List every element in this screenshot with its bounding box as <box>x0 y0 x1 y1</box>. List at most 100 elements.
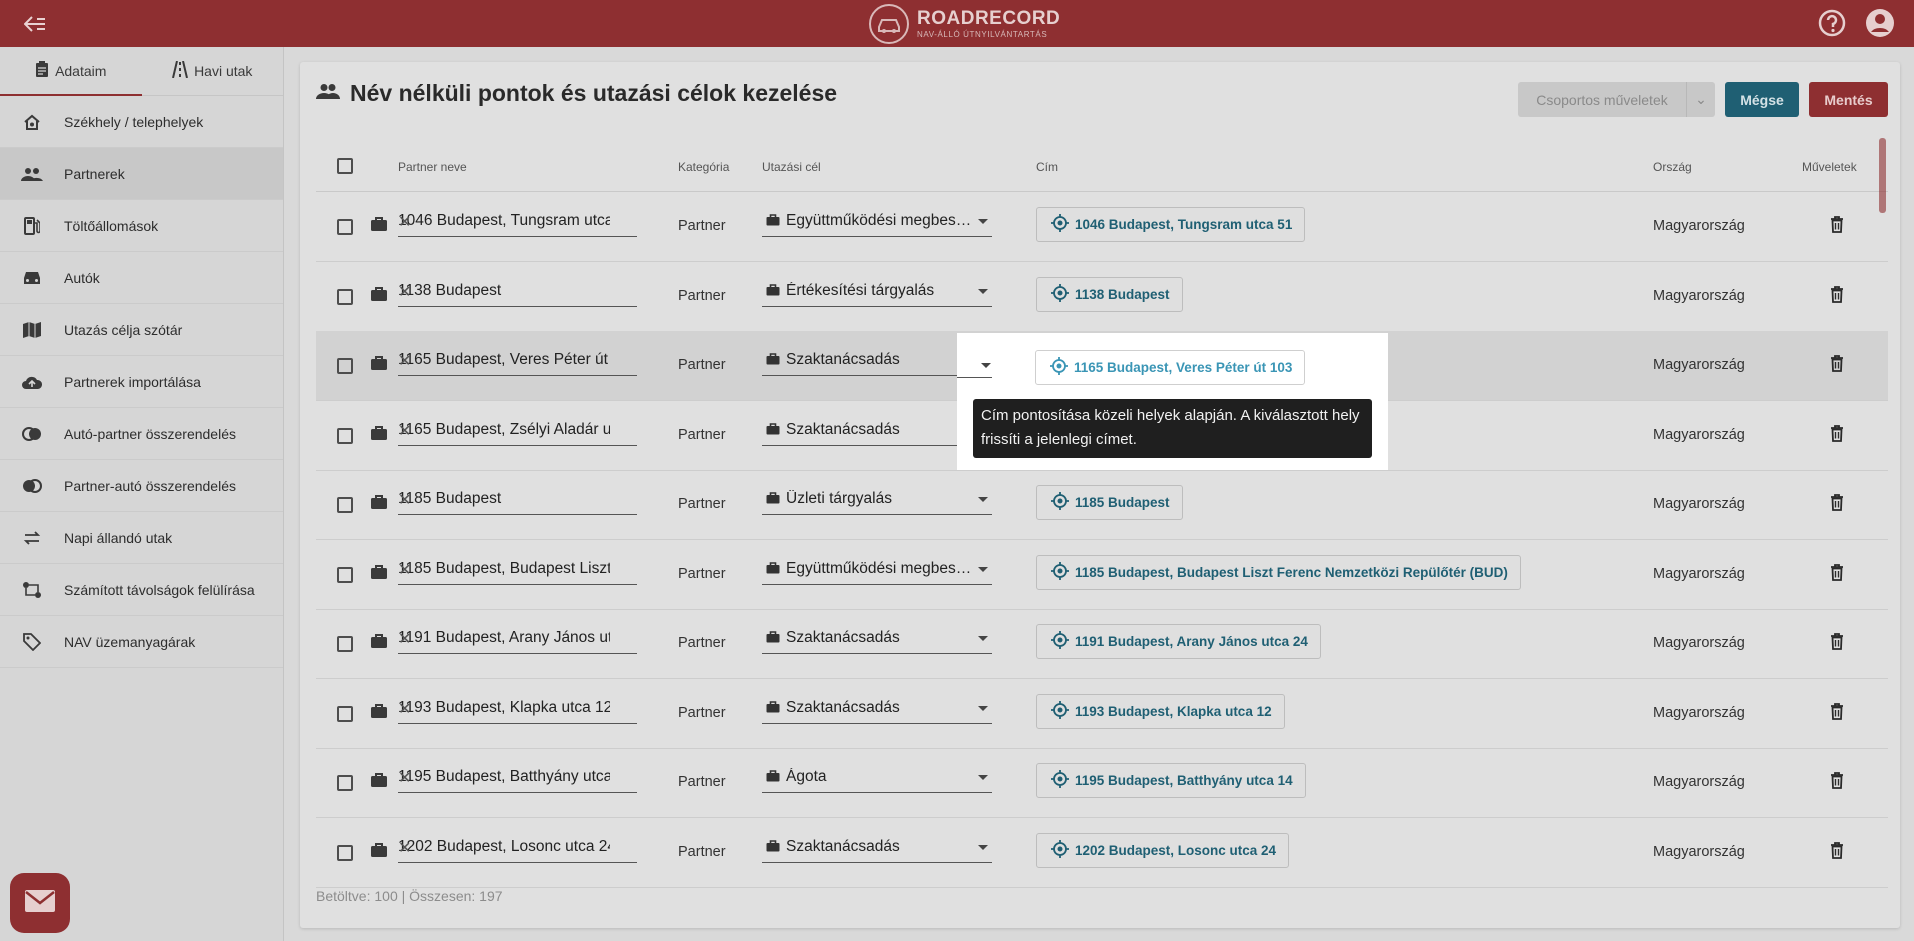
col-partner[interactable]: Partner neve <box>398 160 467 174</box>
delete-icon[interactable] <box>1830 633 1844 654</box>
row-checkbox[interactable] <box>337 358 353 374</box>
delete-icon[interactable] <box>1830 772 1844 793</box>
purpose-select[interactable]: Szaktanácsadás <box>762 625 992 654</box>
clear-icon[interactable]: ✕ <box>398 282 610 302</box>
partner-name-field[interactable]: 1165 Budapest, Veres Péter út 103✕ <box>398 347 637 376</box>
clipboard-icon <box>35 61 49 81</box>
row-checkbox[interactable] <box>337 288 353 305</box>
address-refine-button[interactable]: 1193 Budapest, Klapka utca 12 <box>1036 693 1285 729</box>
help-icon[interactable] <box>1817 8 1847 38</box>
clear-icon[interactable]: ✕ <box>398 490 610 510</box>
sidebar-item-szekhely[interactable]: Székhely / telephelyek <box>0 96 283 148</box>
sidebar-item-utazas-celja[interactable]: Utazás célja szótár <box>0 304 283 356</box>
address-refine-button[interactable]: 1195 Budapest, Batthyány utca 14 <box>1036 763 1306 798</box>
chevron-down-icon <box>978 775 988 780</box>
sidebar-item-napi-utak[interactable]: Napi állandó utak <box>0 512 283 564</box>
clear-icon[interactable]: ✕ <box>398 768 610 788</box>
address-refine-button[interactable]: 1185 Budapest, Budapest Liszt Ferenc Nem… <box>1036 554 1521 590</box>
address-refine-button[interactable]: 1165 Budapest, Veres Péter út 103 <box>1035 350 1306 385</box>
col-address[interactable]: Cím <box>1036 160 1058 174</box>
sidebar-item-partnerek-importalasa[interactable]: Partnerek importálása <box>0 356 283 408</box>
col-country[interactable]: Ország <box>1653 160 1692 174</box>
partner-name-field[interactable]: 1191 Budapest, Arany János utca 24✕ <box>398 625 637 654</box>
map-book-icon <box>0 321 64 338</box>
purpose-value: Szaktanácsadás <box>786 420 900 438</box>
delete-icon[interactable] <box>1830 702 1844 724</box>
brand-logo[interactable]: ROADRECORD NAV-ÁLLÓ ÚTNYILVÁNTARTÁS <box>869 2 1060 45</box>
purpose-select[interactable]: Értékesítési tárgyalás <box>762 278 992 307</box>
sidebar-item-label: Utazás célja szótár <box>64 321 183 338</box>
delete-icon[interactable] <box>1830 355 1844 376</box>
purpose-value: Értékesítési tárgyalás <box>786 281 935 299</box>
clear-icon[interactable]: ✕ <box>398 629 610 649</box>
address-refine-button[interactable]: 1191 Budapest, Arany János utca 24 <box>1036 624 1321 659</box>
country-value: Magyarország <box>1653 704 1745 721</box>
purpose-select[interactable]: Együttműködési megbeszélés <box>762 556 992 585</box>
clear-icon[interactable]: ✕ <box>398 560 610 580</box>
row-checkbox[interactable] <box>337 427 353 444</box>
sidebar-item-partnerek[interactable]: Partnerek <box>0 148 283 200</box>
row-checkbox[interactable] <box>337 497 353 513</box>
contact-button[interactable] <box>10 873 70 933</box>
partner-name-field[interactable]: 1202 Budapest, Losonc utca 24 ✕ <box>398 834 637 863</box>
purpose-select[interactable]: Üzleti tárgyalás <box>762 486 992 515</box>
partner-name-field[interactable]: 1138 Budapest ✕ <box>398 278 637 307</box>
address-label: 1138 Budapest <box>1075 286 1170 302</box>
row-checkbox[interactable] <box>337 775 353 791</box>
row-checkbox[interactable] <box>337 705 353 722</box>
clear-icon[interactable]: ✕ <box>398 699 610 719</box>
account-icon[interactable] <box>1864 7 1896 39</box>
partner-name-field[interactable]: 1193 Budapest, Klapka utca 12 ✕ <box>398 695 637 724</box>
sidebar-item-autok[interactable]: Autók <box>0 252 283 304</box>
sidebar-item-nav-uzemanyag[interactable]: NAV üzemanyagárak <box>0 616 283 668</box>
cancel-button[interactable]: Mégse <box>1725 82 1799 117</box>
clear-icon[interactable]: ✕ <box>398 421 610 441</box>
address-refine-button[interactable]: 1185 Budapest <box>1036 485 1183 520</box>
address-refine-button[interactable]: 1202 Budapest, Losonc utca 24 <box>1036 832 1290 868</box>
partner-name-field[interactable]: 1185 Budapest, Budapest Liszt Ferenc✕ <box>398 556 637 585</box>
purpose-select[interactable]: Együttműködési megbeszélés <box>762 208 992 237</box>
delete-icon[interactable] <box>1830 563 1844 585</box>
save-button[interactable]: Mentés <box>1809 82 1888 117</box>
col-purpose[interactable]: Utazási cél <box>762 160 821 174</box>
partner-name-field[interactable]: 1185 Budapest ✕ <box>398 486 637 515</box>
tab-havi-utak[interactable]: Havi utak <box>142 47 284 95</box>
clear-icon[interactable]: ✕ <box>398 351 610 371</box>
address-refine-button[interactable]: 1138 Budapest <box>1036 276 1183 312</box>
clear-icon[interactable]: ✕ <box>398 212 610 232</box>
category-value: Partner <box>678 704 726 721</box>
purpose-dropdown-arrow[interactable] <box>981 363 991 368</box>
mail-icon <box>24 889 56 918</box>
tab-adataim[interactable]: Adataim <box>0 47 142 96</box>
sidebar-item-toltoallomasok[interactable]: Töltőállomások <box>0 200 283 252</box>
col-category[interactable]: Kategória <box>678 160 729 174</box>
delete-icon[interactable] <box>1830 841 1844 863</box>
row-checkbox[interactable] <box>337 636 353 652</box>
row-checkbox[interactable] <box>337 566 353 583</box>
sidebar-item-partner-auto[interactable]: Partner-autó összerendelés <box>0 460 283 512</box>
collapse-menu-icon[interactable] <box>18 11 52 37</box>
scrollbar[interactable] <box>1879 138 1886 213</box>
purpose-select[interactable]: Ágota <box>762 764 992 793</box>
row-checkbox[interactable] <box>337 844 353 861</box>
delete-icon[interactable] <box>1830 285 1844 307</box>
delete-icon[interactable] <box>1830 424 1844 446</box>
delete-icon[interactable] <box>1830 216 1844 237</box>
delete-icon[interactable] <box>1830 494 1844 515</box>
sidebar-item-tavolsagok[interactable]: Számított távolságok felülírása <box>0 564 283 616</box>
sidebar-item-auto-partner[interactable]: Autó-partner összerendelés <box>0 408 283 460</box>
category-value: Partner <box>678 287 726 304</box>
address-refine-button[interactable]: 1046 Budapest, Tungsram utca 51 <box>1036 207 1306 242</box>
partner-name-field[interactable]: 1195 Budapest, Batthyány utca 14✕ <box>398 764 637 793</box>
purpose-select[interactable]: Szaktanácsadás <box>762 834 992 863</box>
sidebar-item-label: Partnerek importálása <box>64 373 201 390</box>
partner-name-field[interactable]: 1046 Budapest, Tungsram utca 51✕ <box>398 208 637 237</box>
purpose-select[interactable]: Szaktanácsadás <box>762 695 992 724</box>
bulk-actions-dropdown[interactable]: ⌄ <box>1686 82 1715 117</box>
partner-name-field[interactable]: 1165 Budapest, Zsélyi Aladár utca ✕ <box>398 417 637 446</box>
select-all-checkbox[interactable] <box>337 158 353 174</box>
briefcase-icon <box>370 564 388 584</box>
bulk-actions-button[interactable]: Csoportos műveletek <box>1518 82 1686 117</box>
clear-icon[interactable]: ✕ <box>398 838 610 858</box>
row-checkbox[interactable] <box>337 219 353 235</box>
